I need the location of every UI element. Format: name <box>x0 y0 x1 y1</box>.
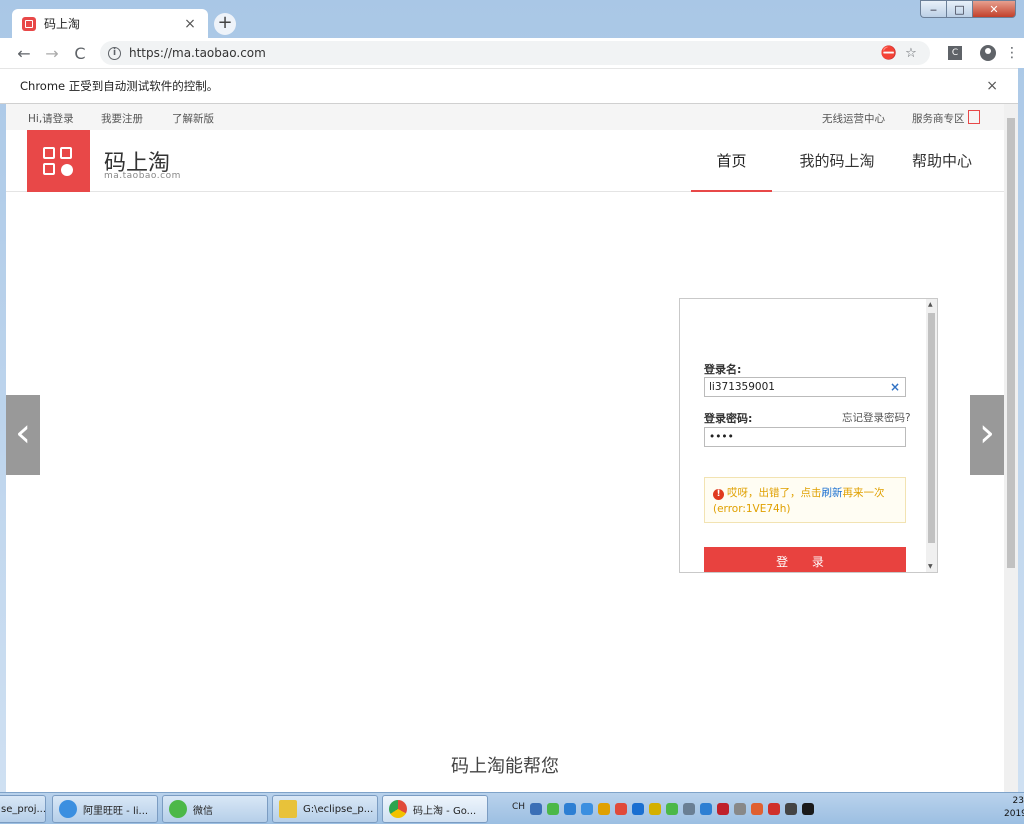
username-field[interactable]: li371359001 × <box>704 377 906 397</box>
blocked-icon[interactable]: ⛔ <box>878 46 900 61</box>
taskbar-item-eclipse-project[interactable]: se_proj... <box>0 795 46 823</box>
taskbar-label: 阿里旺旺 - li... <box>83 805 149 817</box>
tray-network-icon[interactable] <box>581 803 593 815</box>
tab-favicon-icon <box>22 16 36 31</box>
taskbar-label: se_proj... <box>1 803 46 815</box>
tray-cloud-icon[interactable] <box>632 803 644 815</box>
register-link[interactable]: 我要注册 <box>101 111 143 126</box>
forward-button[interactable]: → <box>38 44 66 63</box>
login-panel-scrollbar[interactable]: ▲ ▼ <box>926 299 937 572</box>
page-scrollbar[interactable] <box>1004 104 1018 792</box>
chrome-icon <box>389 800 407 818</box>
page-viewport: Hi,请登录 我要注册 了解新版 无线运营中心 服务商专区 码上淘 ma.tao… <box>6 104 1004 792</box>
error-message: ! 哎呀，出错了，点击刷新再来一次 (error:1VE74h) <box>704 477 906 523</box>
menu-kebab-icon[interactable]: ⋮ <box>1004 45 1020 61</box>
tray-volume-icon[interactable] <box>785 803 797 815</box>
new-tab-button[interactable]: + <box>214 13 236 35</box>
tray-network-off-icon[interactable] <box>768 803 780 815</box>
carousel-prev-button[interactable]: ‹ <box>6 395 40 475</box>
system-tray <box>530 797 814 821</box>
clock-time: 23 <box>1012 796 1024 806</box>
forgot-password-link[interactable]: 忘记登录密码? <box>842 410 911 425</box>
site-header: 码上淘 ma.taobao.com 首页 我的码上淘 帮助中心 <box>6 130 1004 192</box>
service-zone-icon[interactable] <box>968 110 980 124</box>
login-panel: 登录名: li371359001 × 登录密码: 忘记登录密码? •••• ! 哎… <box>679 298 938 573</box>
site-info-icon[interactable]: i <box>108 46 121 60</box>
tab-matao[interactable]: 码上淘 × <box>12 9 208 38</box>
tray-ime-switch-icon[interactable] <box>802 803 814 815</box>
tab-title: 码上淘 <box>44 17 81 31</box>
window-controls: ‒ □ ✕ <box>920 0 1016 18</box>
tray-help-icon[interactable] <box>530 803 542 815</box>
clear-username-icon[interactable]: × <box>890 380 900 394</box>
maximize-button[interactable]: □ <box>946 0 972 18</box>
taskbar-item-aliwangwang[interactable]: 阿里旺旺 - li... <box>52 795 158 823</box>
address-bar[interactable]: i https://ma.taobao.com ⛔ ☆ <box>100 41 930 65</box>
taskbar-item-eclipse-folder[interactable]: G:\eclipse_p... <box>272 795 378 823</box>
close-window-button[interactable]: ✕ <box>972 0 1016 18</box>
nav-help-center[interactable]: 帮助中心 <box>904 130 980 192</box>
error-code: (error:1VE74h) <box>713 503 791 515</box>
tab-close-icon[interactable]: × <box>182 16 198 32</box>
password-label: 登录密码: <box>704 412 753 425</box>
url-text[interactable]: https://ma.taobao.com <box>129 46 878 60</box>
taskbar-item-chrome[interactable]: 码上淘 - Go... <box>382 795 488 823</box>
new-version-link[interactable]: 了解新版 <box>172 111 214 126</box>
bookmark-star-icon[interactable]: ☆ <box>900 46 922 61</box>
browser-toolbar: ← → C i https://ma.taobao.com ⛔ ☆ C ⋮ <box>0 38 1024 68</box>
infobar-close-icon[interactable]: × <box>986 78 998 94</box>
tray-qq-icon[interactable] <box>598 803 610 815</box>
back-button[interactable]: ← <box>10 44 38 63</box>
site-topbar: Hi,请登录 我要注册 了解新版 无线运营中心 服务商专区 <box>6 104 1004 130</box>
nav-home[interactable]: 首页 <box>691 130 772 192</box>
taskbar-label: 微信 <box>193 805 213 817</box>
refresh-link[interactable]: 刷新 <box>822 487 843 499</box>
aliwangwang-icon <box>59 800 77 818</box>
taskbar-item-wechat[interactable]: 微信 <box>162 795 268 823</box>
logo-icon[interactable] <box>27 130 90 192</box>
error-prefix: 哎呀，出错了，点击 <box>727 487 822 499</box>
wechat-icon <box>169 800 187 818</box>
error-suffix: 再来一次 <box>842 487 885 499</box>
password-field[interactable]: •••• <box>704 427 906 447</box>
login-link[interactable]: Hi,请登录 <box>28 111 74 126</box>
username-value: li371359001 <box>709 381 775 393</box>
taskbar-label: G:\eclipse_p... <box>303 803 374 815</box>
ime-indicator[interactable]: CH <box>512 802 525 812</box>
tab-strip: 码上淘 × + ‒ □ ✕ <box>0 0 1024 38</box>
tray-ime-icon[interactable] <box>734 803 746 815</box>
clock-date: 2019 <box>1004 809 1024 819</box>
clock[interactable]: 23 2019 <box>1004 795 1024 821</box>
tray-tv-icon[interactable] <box>700 803 712 815</box>
scroll-down-icon[interactable]: ▼ <box>928 563 933 570</box>
account-icon[interactable] <box>980 45 996 61</box>
reload-button[interactable]: C <box>66 44 94 63</box>
tray-send-icon[interactable] <box>683 803 695 815</box>
tray-pdf-icon[interactable] <box>717 803 729 815</box>
tray-wechat-icon[interactable] <box>666 803 678 815</box>
brand-domain: ma.taobao.com <box>104 171 181 181</box>
tray-app-icon[interactable] <box>564 803 576 815</box>
automation-infobar: Chrome 正受到自动测试软件的控制。 × <box>0 68 1018 104</box>
folder-icon <box>279 800 297 818</box>
tray-weibo-icon[interactable] <box>615 803 627 815</box>
username-label: 登录名: <box>704 363 742 376</box>
carousel-next-button[interactable]: › <box>970 395 1004 475</box>
service-zone-link[interactable]: 服务商专区 <box>912 111 965 126</box>
tray-c-icon[interactable] <box>649 803 661 815</box>
tray-shield-icon[interactable] <box>547 803 559 815</box>
wireless-center-link[interactable]: 无线运营中心 <box>822 111 885 126</box>
extension-icon[interactable]: C <box>948 46 962 60</box>
help-heading: 码上淘能帮您 <box>451 756 559 777</box>
minimize-button[interactable]: ‒ <box>920 0 946 18</box>
nav-my-matao[interactable]: 我的码上淘 <box>792 130 882 192</box>
infobar-text: Chrome 正受到自动测试软件的控制。 <box>20 79 219 93</box>
taskbar: se_proj... 阿里旺旺 - li... 微信 G:\eclipse_p.… <box>0 792 1024 824</box>
taskbar-label: 码上淘 - Go... <box>413 805 477 817</box>
scroll-up-icon[interactable]: ▲ <box>928 301 933 308</box>
tray-folder-icon[interactable] <box>751 803 763 815</box>
error-icon: ! <box>713 489 724 500</box>
password-value: •••• <box>709 431 734 443</box>
login-button[interactable]: 登 录 <box>704 547 906 572</box>
